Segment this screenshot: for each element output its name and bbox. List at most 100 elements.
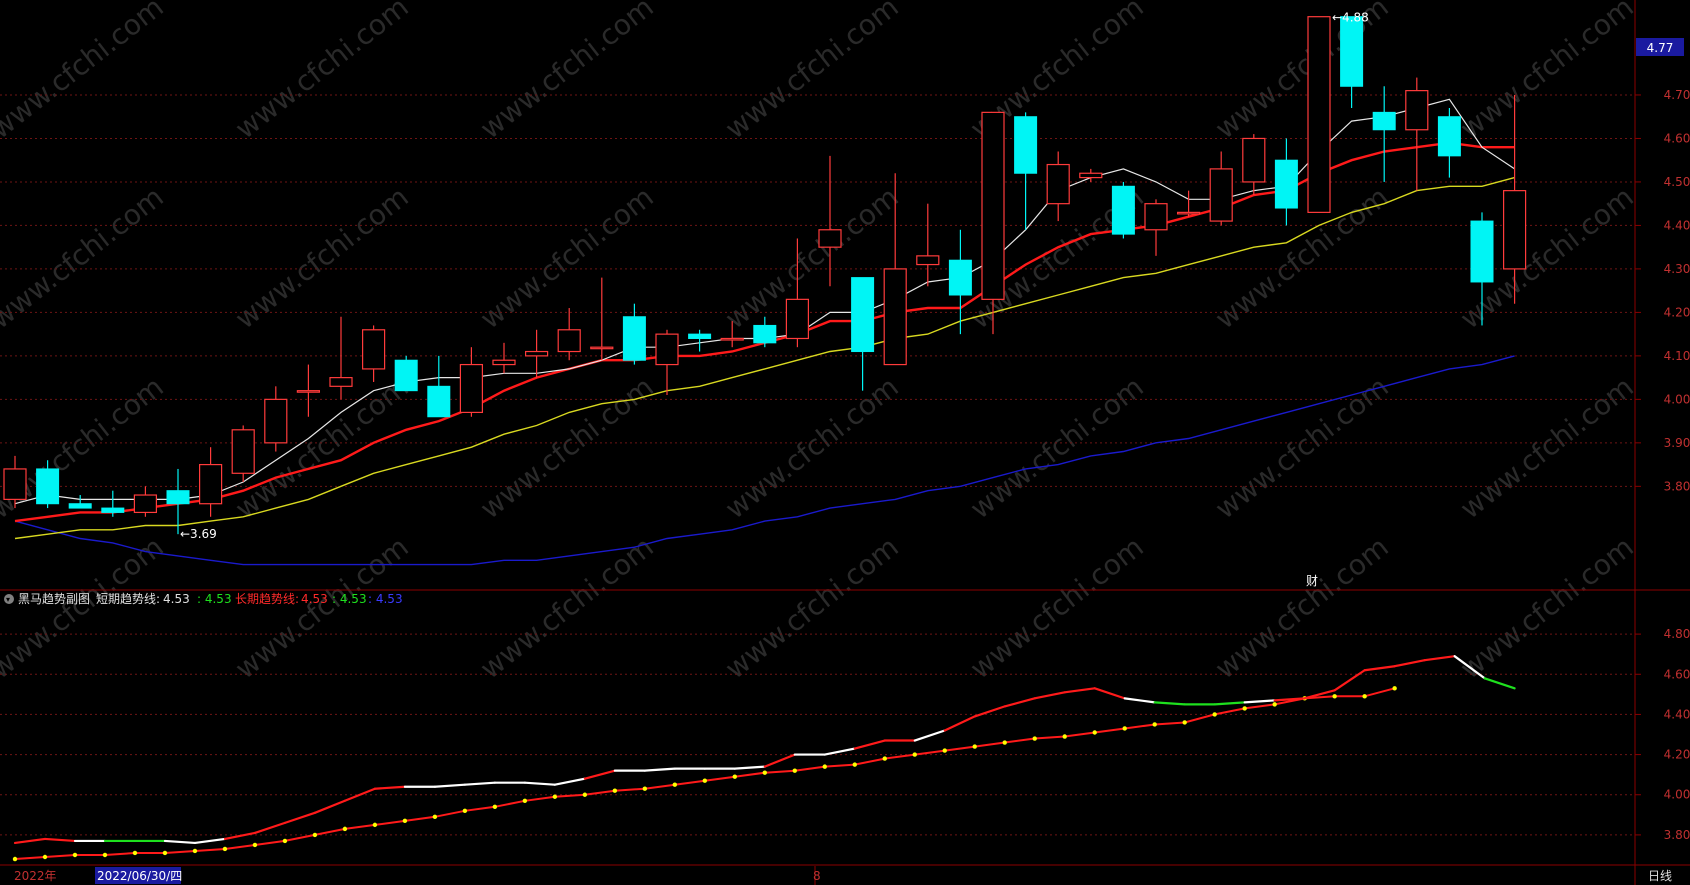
long-trend-dot — [972, 744, 977, 749]
candle-up[interactable] — [199, 463, 223, 505]
candle-down[interactable] — [394, 359, 418, 392]
long-trend-dot — [882, 756, 887, 761]
long-trend-dot — [12, 856, 18, 862]
candle-up[interactable] — [3, 468, 27, 500]
long-trend-dot — [732, 774, 738, 779]
long-trend-dot — [1242, 706, 1247, 711]
candle-down[interactable] — [948, 259, 972, 296]
y-tick-label: 4.00 — [1664, 788, 1690, 802]
candle-up[interactable] — [362, 329, 386, 370]
long-trend-dot — [852, 762, 857, 767]
candle-down[interactable] — [36, 468, 60, 505]
candle-up[interactable] — [1209, 168, 1233, 222]
candle-down[interactable] — [1372, 111, 1396, 131]
candle-up[interactable] — [296, 390, 320, 393]
long-trend-dot — [72, 852, 78, 858]
short-trend-green-value: : 4.53 — [197, 592, 232, 606]
candle-down[interactable] — [1274, 159, 1298, 209]
year-label: 2022年 — [14, 869, 57, 883]
long-trend-dot — [372, 822, 378, 828]
long-trend-dot — [102, 852, 108, 858]
long-trend-dot — [1332, 694, 1337, 699]
long-trend-dot — [1002, 740, 1007, 745]
y-tick-label: 4.50 — [1664, 175, 1690, 189]
candle-up[interactable] — [264, 398, 288, 444]
long-trend-dot — [1122, 726, 1127, 731]
candle-down[interactable] — [1470, 220, 1494, 283]
long-trend-dot — [1392, 686, 1397, 691]
candle-down[interactable] — [753, 324, 777, 344]
candle-up[interactable] — [1502, 190, 1527, 270]
candle-up[interactable] — [1079, 172, 1103, 179]
long-trend-dot — [192, 848, 198, 854]
candle-up[interactable] — [785, 298, 810, 340]
chart-canvas[interactable]: www.cfchi.com www.cfchi.com www.cfchi.com w… — [0, 0, 1690, 885]
candle-up[interactable] — [231, 429, 255, 474]
candle-up[interactable] — [329, 377, 353, 387]
y-tick-label: 4.40 — [1664, 707, 1690, 721]
candle-down[interactable] — [427, 385, 451, 418]
candle-up[interactable] — [1405, 90, 1429, 131]
short-trend-value: 4.53 — [163, 592, 190, 606]
candle-up[interactable] — [1242, 137, 1266, 183]
indicator-title[interactable]: 黑马趋势副图 — [18, 592, 90, 606]
period-button[interactable]: 日线 — [1648, 869, 1672, 883]
long-trend-dot — [582, 792, 588, 797]
long-trend-dot — [1092, 730, 1097, 735]
long-trend-value: 4.53 — [301, 592, 328, 606]
y-tick-label: 4.30 — [1664, 262, 1690, 276]
long-trend-dot — [42, 854, 48, 860]
long-trend-dot — [822, 764, 827, 769]
candle-up[interactable] — [133, 494, 157, 514]
candle-up[interactable] — [1144, 203, 1168, 231]
y-tick-label: 3.80 — [1664, 479, 1690, 493]
y-tick-label: 4.70 — [1664, 88, 1690, 102]
long-trend-dot — [312, 832, 318, 838]
long-trend-dot — [1362, 694, 1367, 699]
candle-up[interactable] — [916, 255, 940, 266]
candle-down[interactable] — [851, 277, 875, 353]
candle-up[interactable] — [981, 111, 1005, 300]
candle-up[interactable] — [883, 268, 907, 366]
candle-up[interactable] — [818, 229, 842, 248]
candle-up[interactable] — [492, 359, 516, 366]
candle-down[interactable] — [166, 490, 190, 505]
y-tick-label: 3.90 — [1664, 436, 1690, 450]
y-tick-label: 4.20 — [1664, 748, 1690, 762]
long-trend-dot — [792, 768, 797, 773]
candle-up[interactable] — [1046, 163, 1070, 205]
current-price-value: 4.77 — [1647, 41, 1674, 55]
long-trend-dot — [702, 778, 708, 783]
candle-up[interactable] — [459, 363, 483, 414]
chevron-glyph: ▾ — [6, 595, 10, 604]
high-price-marker: ←4.88 — [1332, 11, 1369, 25]
candle-down[interactable] — [1437, 116, 1461, 157]
long-trend-dot — [642, 786, 648, 791]
candle-down[interactable] — [101, 507, 125, 513]
y-tick-label: 4.60 — [1664, 131, 1690, 145]
y-tick-label: 3.80 — [1664, 828, 1690, 842]
candle-up[interactable] — [524, 350, 549, 357]
candle-up[interactable] — [1176, 211, 1201, 215]
stock-chart-window: www.cfchi.com www.cfchi.com www.cfchi.com w… — [0, 0, 1690, 885]
long-trend-dot — [1032, 736, 1037, 741]
candle-up[interactable] — [655, 333, 679, 366]
candle-down[interactable] — [622, 316, 646, 361]
candle-down[interactable] — [1111, 185, 1135, 235]
candle-down[interactable] — [68, 503, 92, 509]
month-label: 8 — [813, 869, 821, 883]
candle-up[interactable] — [720, 337, 744, 341]
candle-up[interactable] — [557, 329, 581, 353]
candle-down[interactable] — [1340, 16, 1364, 87]
long-trend-dot — [222, 846, 228, 852]
candle-down[interactable] — [688, 333, 712, 339]
candle-down[interactable] — [1014, 116, 1038, 174]
long-trend-dot — [252, 842, 258, 848]
candle-up[interactable] — [590, 346, 614, 350]
candle-up[interactable] — [1307, 16, 1331, 213]
selected-date[interactable]: 2022/06/30/四 — [97, 869, 182, 883]
y-tick-label: 4.20 — [1664, 305, 1690, 319]
long-trend-dot — [1062, 734, 1067, 739]
long-trend-dot — [672, 782, 678, 787]
y-tick-label: 4.40 — [1664, 218, 1690, 232]
